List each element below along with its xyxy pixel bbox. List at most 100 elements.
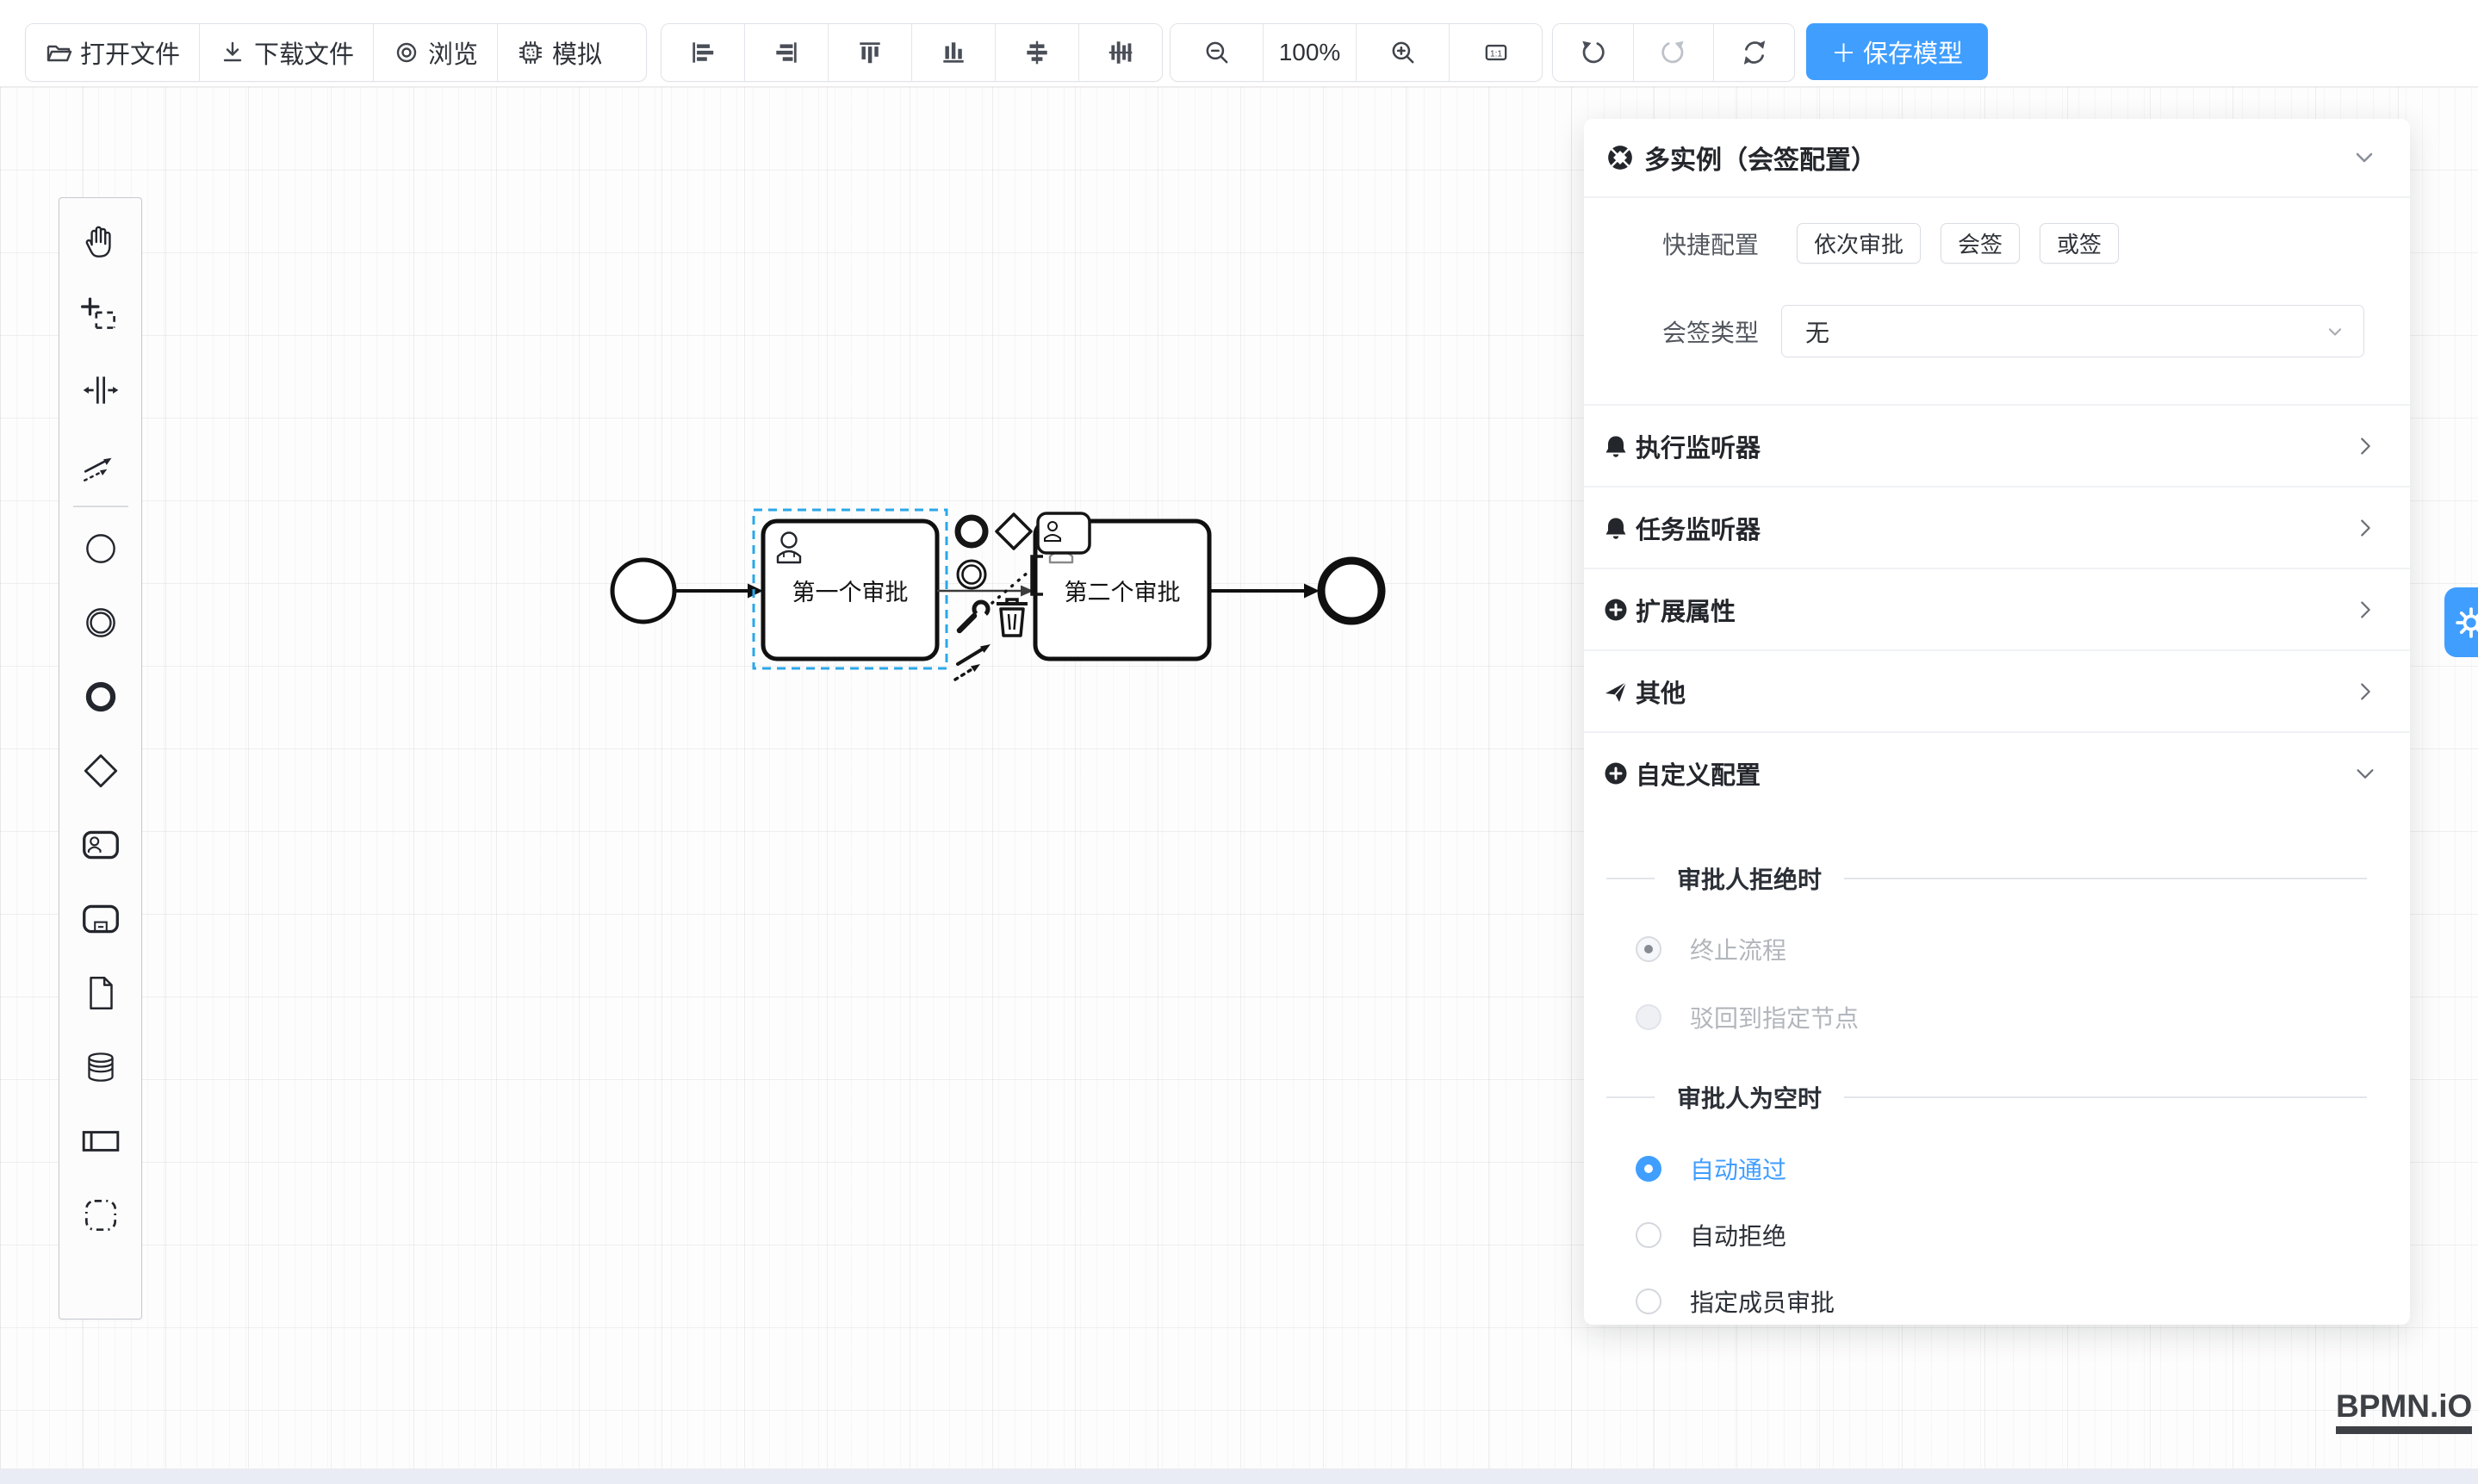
- radio-auto-reject[interactable]: 自动拒绝: [1636, 1218, 1786, 1252]
- palette-subprocess[interactable]: [64, 882, 138, 956]
- zoom-out-button[interactable]: [1171, 24, 1264, 81]
- append-user-task-button[interactable]: [1038, 513, 1090, 553]
- data-store-icon: [79, 1046, 122, 1089]
- zoom-reset-button[interactable]: 1:1: [1450, 24, 1542, 81]
- preview-button[interactable]: 浏览: [374, 24, 498, 81]
- one-to-one-icon: 1:1: [1481, 38, 1511, 67]
- radio-button[interactable]: [1636, 1222, 1661, 1248]
- chevron-down-icon: [2353, 761, 2377, 785]
- panel-sections: 执行监听器 任务监听器 扩展属性 其他 自定义配置: [1584, 404, 2410, 813]
- open-file-button[interactable]: 打开文件: [26, 24, 200, 81]
- radio-button[interactable]: [1636, 1288, 1661, 1314]
- palette-start-event[interactable]: [64, 512, 138, 586]
- section-execution-listeners[interactable]: 执行监听器: [1584, 404, 2410, 486]
- sequence-flow-1[interactable]: [675, 584, 763, 599]
- align-bottom-icon: [939, 38, 968, 67]
- section-label: 任务监听器: [1636, 510, 2353, 546]
- reject-group-title: 审批人拒绝时: [1677, 861, 1822, 896]
- radio-button[interactable]: [1636, 1156, 1661, 1182]
- radio-return-to-node[interactable]: 驳回到指定节点: [1636, 1000, 1859, 1034]
- sequence-flow-2[interactable]: [937, 586, 1034, 597]
- bottom-strip: [0, 1468, 2478, 1484]
- trash-icon[interactable]: [997, 599, 1028, 636]
- sign-type-select[interactable]: 无: [1781, 305, 2364, 357]
- quick-config-label: 快捷配置: [1584, 227, 1759, 261]
- zoom-level-value: 100%: [1279, 39, 1341, 66]
- participant-icon: [79, 1120, 122, 1163]
- zoom-level[interactable]: 100%: [1264, 24, 1357, 81]
- section-other[interactable]: 其他: [1584, 649, 2410, 731]
- toolbar-zoom-group: 100% 1:1: [1170, 23, 1543, 82]
- open-file-label: 打开文件: [80, 34, 180, 71]
- align-center-horizontal-button[interactable]: [996, 24, 1079, 81]
- task2-label: 第二个审批: [1065, 580, 1181, 605]
- quick-config-options: 依次审批 会签 或签: [1797, 223, 2119, 264]
- align-center-horizontal-icon: [1022, 38, 1052, 67]
- hand-tool[interactable]: [64, 205, 138, 279]
- bpmn-io-logo[interactable]: BPMN.iO: [2336, 1388, 2472, 1434]
- palette-end-event[interactable]: [64, 660, 138, 734]
- data-object-icon: [79, 972, 122, 1015]
- simulate-button[interactable]: 模拟: [498, 24, 621, 81]
- start-event-icon: [79, 527, 122, 570]
- align-bottom-button[interactable]: [912, 24, 996, 81]
- logo-text: BPMN.iO: [2336, 1388, 2472, 1425]
- palette-participant[interactable]: [64, 1104, 138, 1178]
- palette-user-task[interactable]: [64, 808, 138, 882]
- section-extended-properties[interactable]: 扩展属性: [1584, 568, 2410, 649]
- connect-tool-button[interactable]: [955, 644, 991, 680]
- space-tool[interactable]: [64, 353, 138, 427]
- radio-label: 自动拒绝: [1690, 1218, 1786, 1252]
- zoom-in-button[interactable]: [1357, 24, 1450, 81]
- redo-button[interactable]: [1634, 24, 1715, 81]
- reset-canvas-button[interactable]: [1714, 24, 1794, 81]
- palette-data-object[interactable]: [64, 956, 138, 1030]
- align-top-icon: [855, 38, 885, 67]
- palette-group[interactable]: [64, 1178, 138, 1252]
- download-file-label: 下载文件: [254, 34, 354, 71]
- settings-tab[interactable]: [2444, 587, 2478, 657]
- quick-config-orsign-button[interactable]: 或签: [2040, 223, 2119, 264]
- section-custom-config[interactable]: 自定义配置: [1584, 731, 2410, 813]
- append-intermediate-event-button[interactable]: [958, 561, 985, 588]
- palette-gateway[interactable]: [64, 734, 138, 808]
- global-connect-tool[interactable]: [64, 427, 138, 501]
- user-task-icon: [79, 823, 122, 866]
- quick-config-sequential-button[interactable]: 依次审批: [1797, 223, 1921, 264]
- palette-intermediate-event[interactable]: [64, 586, 138, 660]
- start-event-shape[interactable]: [612, 560, 674, 622]
- radio-auto-pass[interactable]: 自动通过: [1636, 1152, 1786, 1186]
- align-left-button[interactable]: [661, 24, 745, 81]
- align-center-vertical-button[interactable]: [1079, 24, 1162, 81]
- radio-terminate-process[interactable]: 终止流程: [1636, 932, 1786, 966]
- bpmn-diagram: 第一个审批 第二个审批: [568, 482, 1473, 732]
- align-right-button[interactable]: [745, 24, 829, 81]
- chevron-right-icon: [2353, 680, 2377, 704]
- divider: [1844, 1096, 2367, 1098]
- end-event-icon: [79, 675, 122, 718]
- end-event-shape[interactable]: [1321, 561, 1382, 621]
- append-gateway-button[interactable]: [997, 514, 1031, 549]
- append-end-event-button[interactable]: [958, 518, 985, 545]
- task-first-approval[interactable]: 第一个审批: [763, 521, 937, 659]
- sign-type-row: 会签类型 无: [1584, 305, 2410, 357]
- panel-header[interactable]: 多实例（会签配置）: [1584, 119, 2410, 198]
- lasso-tool[interactable]: [64, 279, 138, 353]
- wrench-icon[interactable]: [960, 599, 991, 630]
- quick-config-countersign-button[interactable]: 会签: [1941, 223, 2020, 264]
- palette-data-store[interactable]: [64, 1030, 138, 1104]
- sequence-flow-3[interactable]: [1209, 584, 1320, 599]
- radio-assign-member[interactable]: 指定成员审批: [1636, 1284, 1835, 1319]
- radio-button[interactable]: [1636, 1004, 1661, 1030]
- magnifier-plus-icon: [1388, 38, 1418, 67]
- section-task-listeners[interactable]: 任务监听器: [1584, 486, 2410, 568]
- logo-underline: [2336, 1426, 2472, 1434]
- undo-button[interactable]: [1553, 24, 1634, 81]
- radio-button[interactable]: [1636, 936, 1661, 962]
- gear-icon: [2455, 606, 2478, 639]
- download-file-button[interactable]: 下载文件: [200, 24, 374, 81]
- reset-canvas-icon: [1740, 38, 1769, 67]
- save-model-button[interactable]: ＋ 保存模型: [1806, 23, 1988, 80]
- shape-palette: [59, 197, 142, 1319]
- align-top-button[interactable]: [829, 24, 912, 81]
